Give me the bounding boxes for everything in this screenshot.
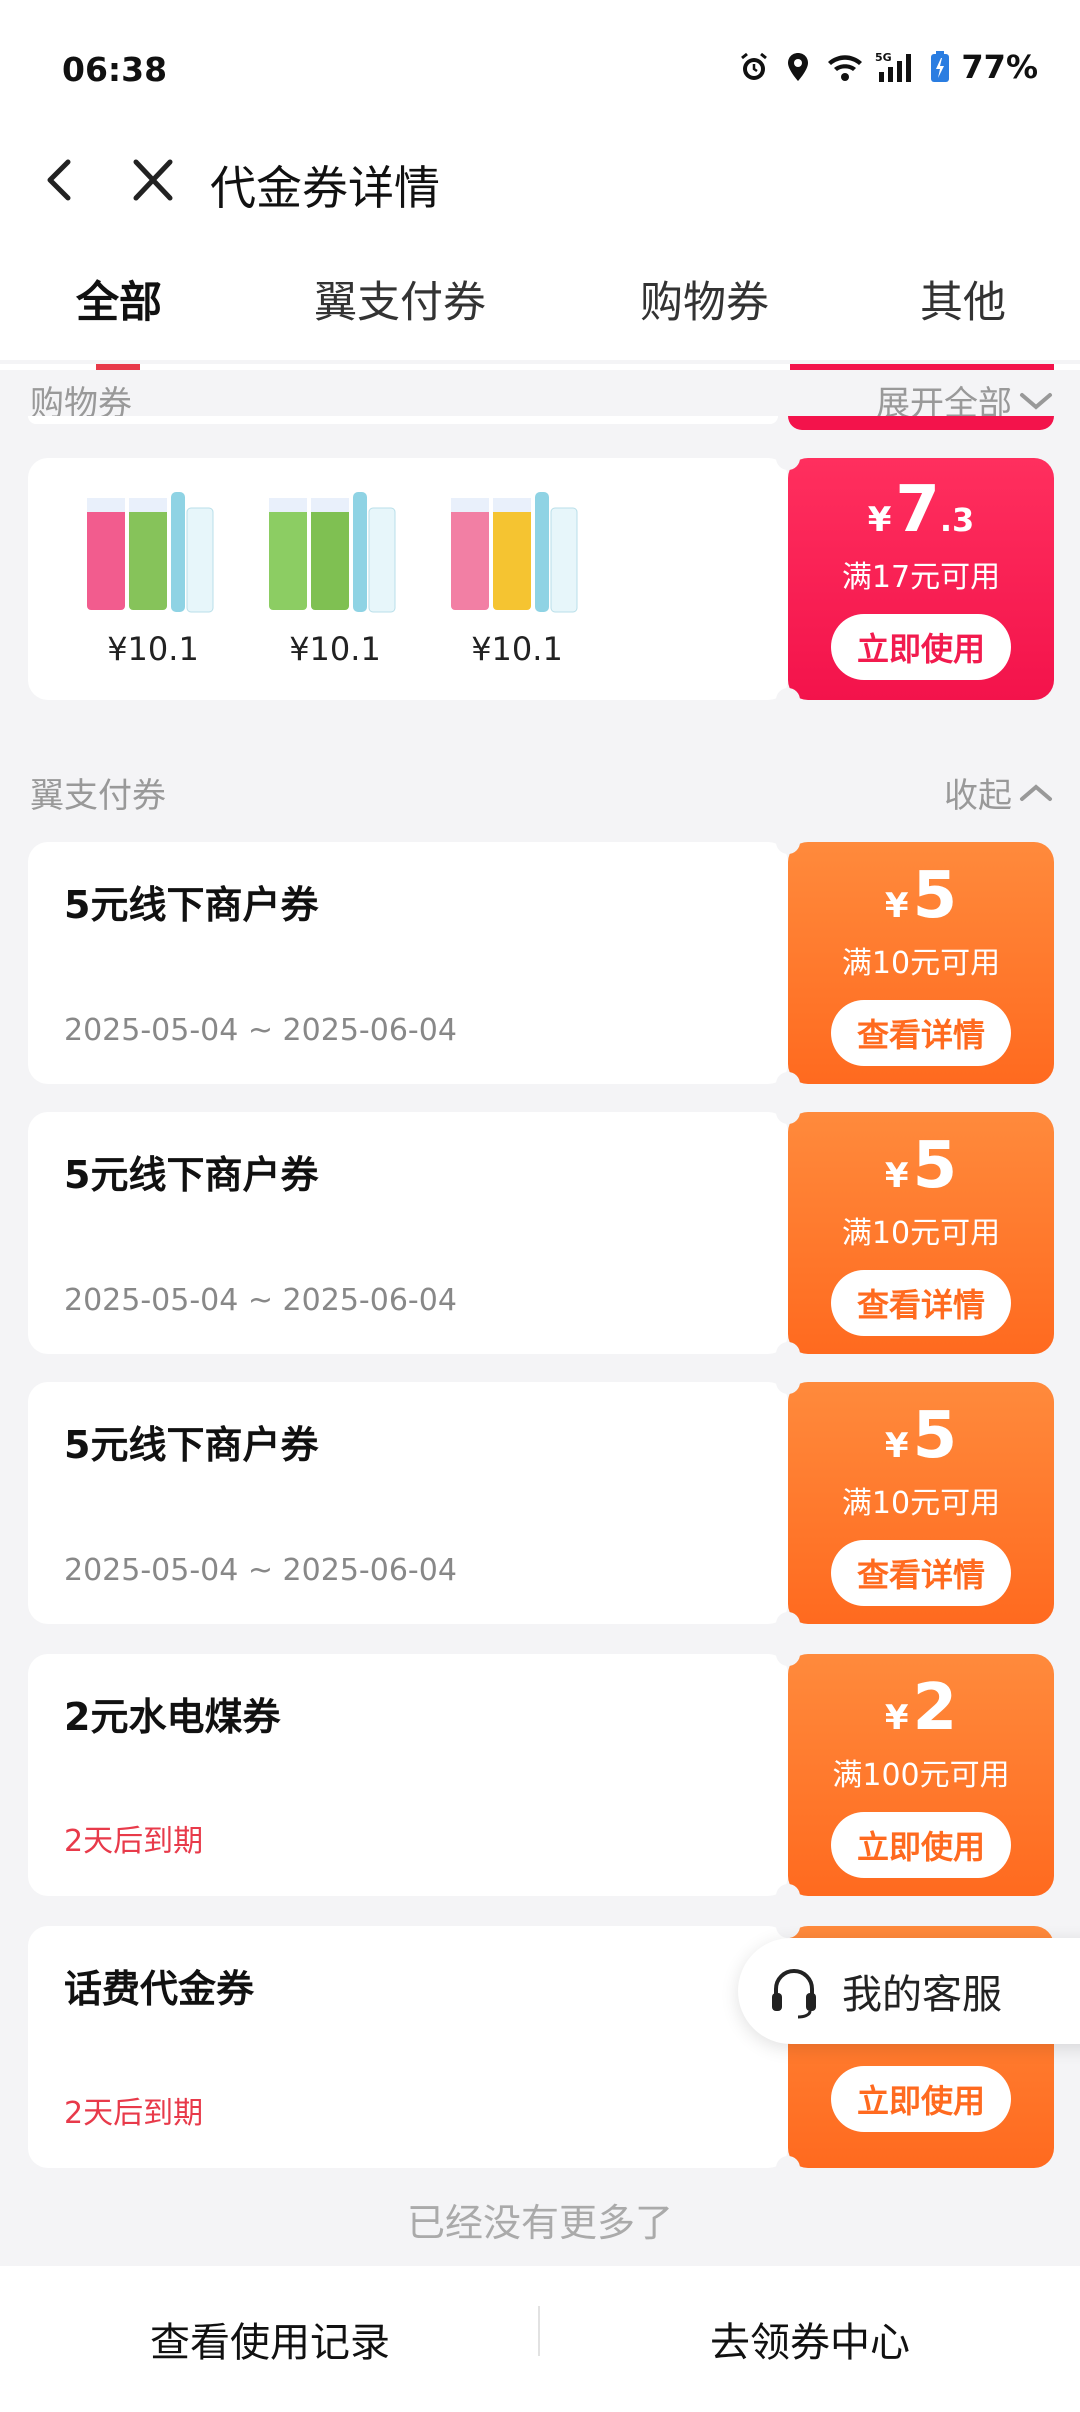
customer-service-label: 我的客服 (842, 1972, 1002, 2018)
signal-icon: 5G (875, 51, 912, 82)
battery-icon (931, 51, 950, 82)
coupon-date: 2025-05-04 ~ 2025-06-04 (64, 1283, 457, 1318)
coupon-condition: 满10元可用 (841, 1486, 1001, 1521)
back-icon[interactable] (34, 150, 84, 210)
no-more-text: 已经没有更多了 (406, 2201, 673, 2245)
tab-other[interactable]: 其他 (920, 268, 1006, 330)
coupon-title: 话费代金券 (64, 1967, 255, 2011)
customer-service-button[interactable]: 我的客服 (738, 1938, 1080, 2044)
shopping-coupon-card[interactable]: ¥10.1 ¥10.1 ¥10.1 (28, 458, 788, 700)
svg-text:5G: 5G (875, 51, 892, 64)
coupon-date: 2025-05-04 ~ 2025-06-04 (64, 1553, 457, 1588)
collapse-label: 收起 (944, 776, 1012, 816)
collapsed-card-edge-red (788, 416, 1054, 430)
coupon-expiry: 2天后到期 (64, 1824, 204, 1859)
chevron-down-icon (1020, 392, 1052, 410)
coupon-card[interactable]: 2元水电煤券 2天后到期 (28, 1654, 788, 1896)
status-bar: 06:38 5G 77% (0, 0, 1080, 140)
coupon-title: 5元线下商户券 (64, 883, 319, 927)
coupon-value: ¥5 满10元可用 查看详情 (788, 842, 1054, 1084)
chevron-up-icon (1020, 783, 1052, 801)
scroll-peek (0, 364, 1080, 370)
battery-level: 77% (961, 48, 1038, 86)
coupon-title: 5元线下商户券 (64, 1153, 319, 1197)
bottom-divider (538, 2306, 540, 2356)
headset-icon (772, 1968, 816, 2019)
product-item[interactable]: ¥10.1 (260, 482, 410, 668)
coupon-title: 2元水电煤券 (64, 1695, 281, 1739)
coupon-amount: ¥ 7 .3 (867, 473, 975, 547)
coupon-card[interactable]: 5元线下商户券 2025-05-04 ~ 2025-06-04 (28, 1112, 788, 1354)
section-label-yzf: 翼支付券 (30, 776, 166, 816)
view-details-button[interactable]: 查看详情 (830, 1000, 1011, 1066)
page-title: 代金券详情 (210, 161, 440, 215)
coupon-value: ¥2 满100元可用 立即使用 (788, 1654, 1054, 1896)
use-now-button[interactable]: 立即使用 (830, 2066, 1011, 2132)
coupon-card[interactable]: 5元线下商户券 2025-05-04 ~ 2025-06-04 (28, 1382, 788, 1624)
alarm-icon (741, 52, 768, 80)
usage-history-button[interactable]: 查看使用记录 (0, 2266, 540, 2412)
product-item[interactable]: ¥10.1 (442, 482, 592, 668)
use-now-button[interactable]: 立即使用 (830, 614, 1011, 680)
shopping-coupon-value: ¥ 7 .3 满17元可用 立即使用 (788, 458, 1054, 700)
coupon-date: 2025-05-04 ~ 2025-06-04 (64, 1013, 457, 1048)
coupon-card[interactable]: 话费代金券 2天后到期 (28, 1926, 788, 2168)
tab-all[interactable]: 全部 (76, 268, 162, 330)
status-time: 06:38 (62, 50, 168, 89)
coupon-value: ¥5 满10元可用 查看详情 (788, 1112, 1054, 1354)
coupon-condition: 满10元可用 (841, 1216, 1001, 1251)
wifi-icon (828, 55, 863, 81)
coupon-center-button[interactable]: 去领券中心 (540, 2266, 1080, 2412)
coupon-title: 5元线下商户券 (64, 1423, 319, 1467)
tab-yzf[interactable]: 翼支付券 (314, 268, 486, 330)
location-icon (788, 53, 809, 81)
status-icons: 5G 77% (737, 48, 1038, 86)
product-price: ¥10.1 (107, 630, 199, 668)
collapsed-card-edge (28, 416, 778, 424)
close-icon[interactable] (128, 152, 178, 208)
coupon-condition: 满10元可用 (841, 946, 1001, 981)
product-image (451, 492, 578, 613)
coupon-value: ¥5 满10元可用 查看详情 (788, 1382, 1054, 1624)
product-price: ¥10.1 (471, 630, 563, 668)
view-details-button[interactable]: 查看详情 (830, 1270, 1011, 1336)
product-image (87, 492, 214, 613)
bottom-bar: 查看使用记录 去领券中心 (0, 2266, 1080, 2412)
product-item[interactable]: ¥10.1 (78, 482, 228, 668)
tab-shopping[interactable]: 购物券 (640, 268, 769, 330)
coupon-card[interactable]: 5元线下商户券 2025-05-04 ~ 2025-06-04 (28, 842, 788, 1084)
use-now-button[interactable]: 立即使用 (830, 1812, 1011, 1878)
coupon-condition: 满100元可用 (832, 1758, 1010, 1793)
coupon-condition: 满17元可用 (841, 560, 1001, 595)
view-details-button[interactable]: 查看详情 (830, 1540, 1011, 1606)
product-price: ¥10.1 (289, 630, 381, 668)
collapse-button[interactable]: 收起 (944, 768, 1056, 817)
coupon-expiry: 2天后到期 (64, 2096, 204, 2131)
product-image (269, 492, 396, 613)
